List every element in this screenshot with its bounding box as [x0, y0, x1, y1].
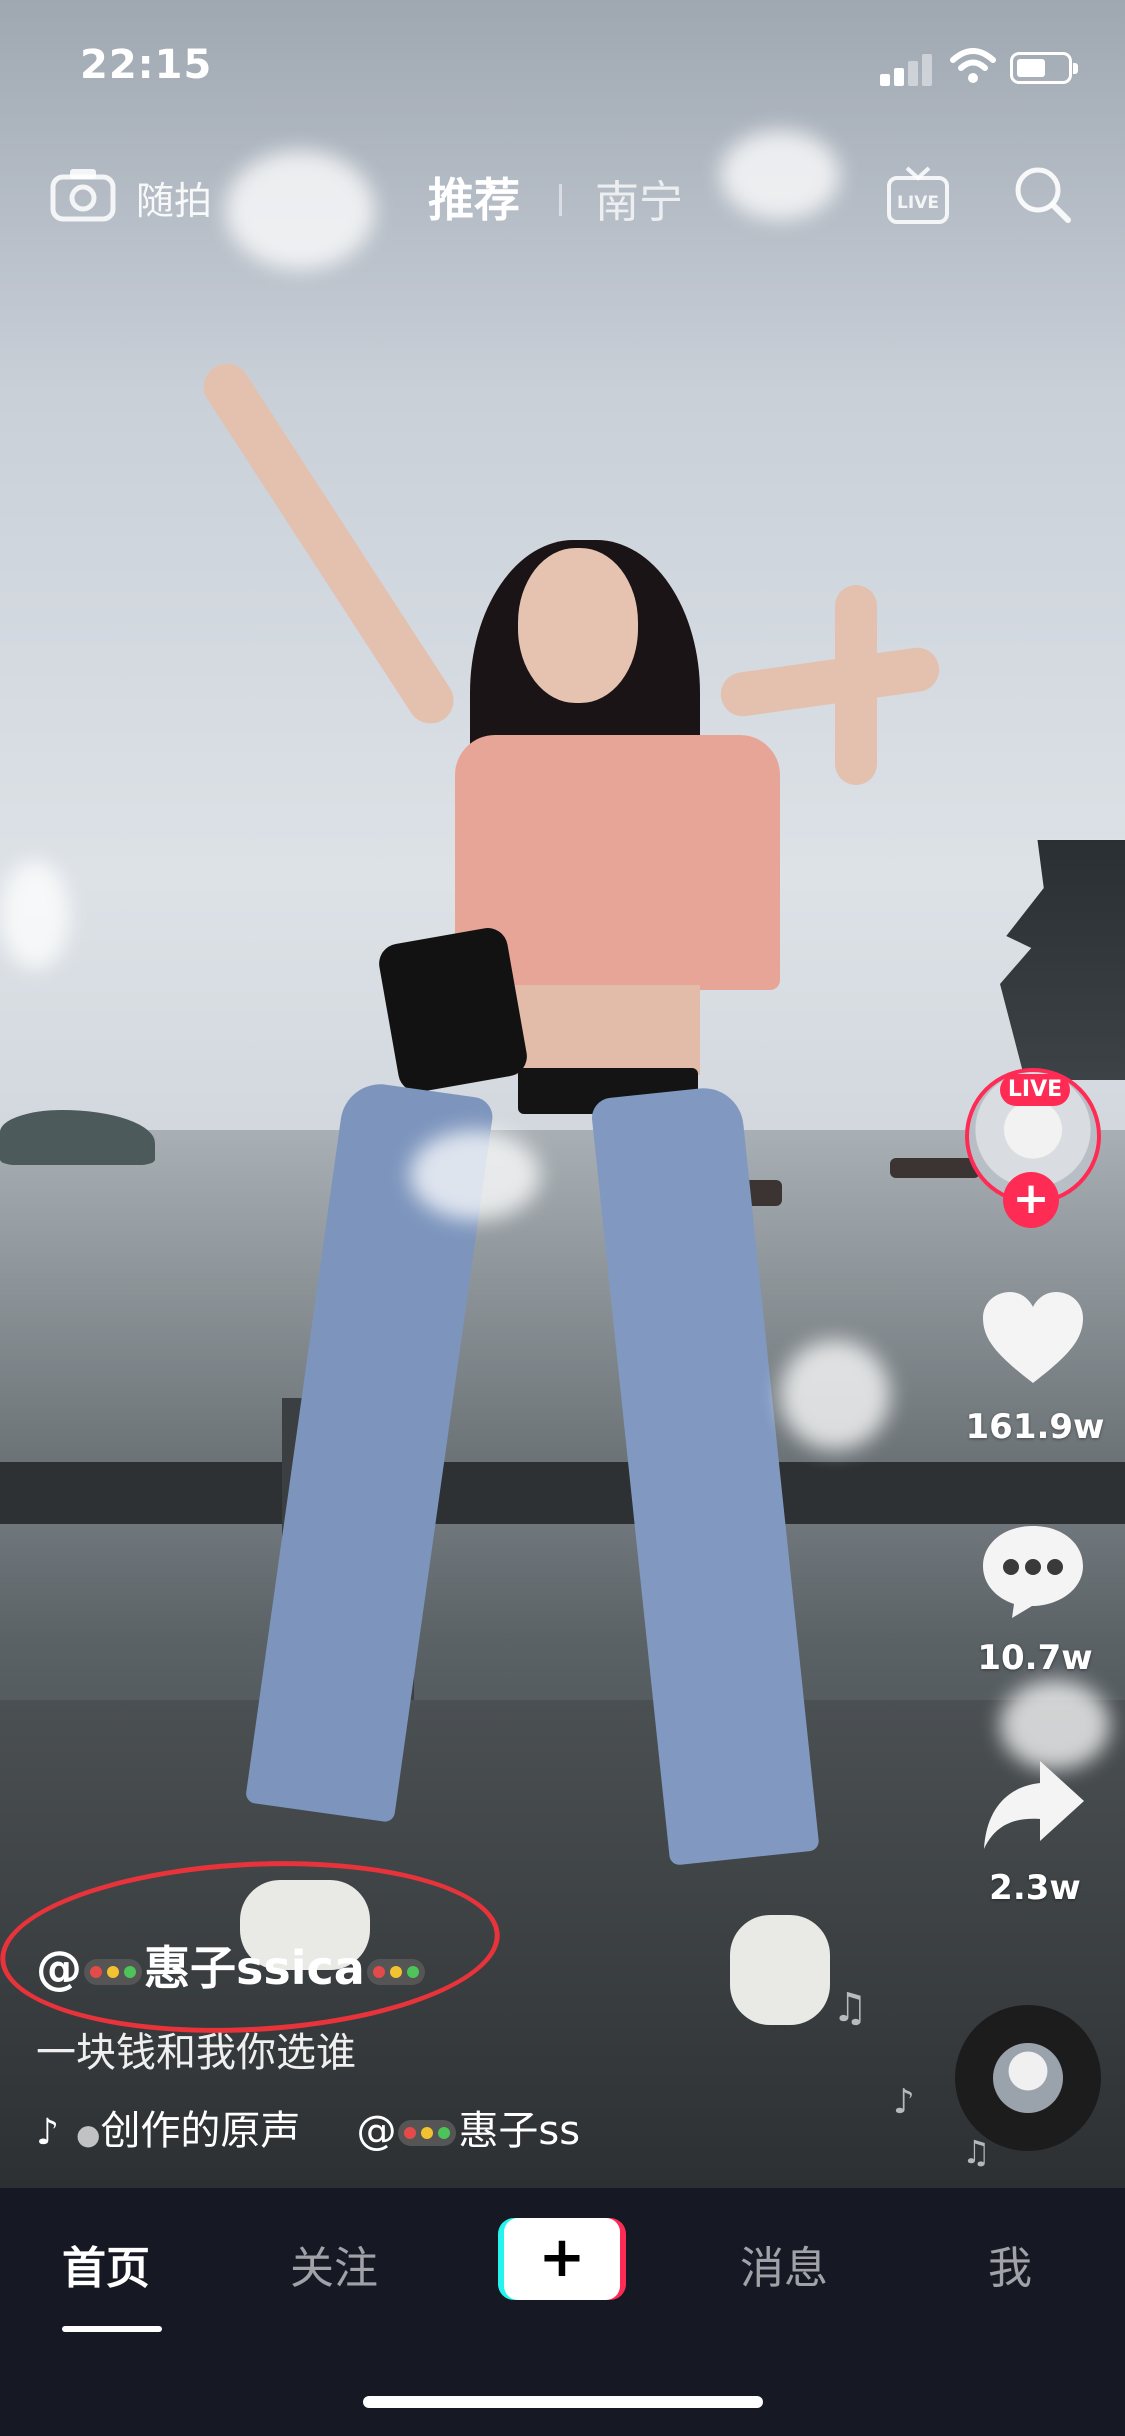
wifi-icon — [950, 48, 996, 83]
tab-home[interactable]: 首页 — [62, 2232, 150, 2296]
snap-label[interactable]: 随拍 — [136, 170, 212, 225]
tiktok-feed-screen: 22:15 随拍 推荐 南宁 LIVE LIVE + 161.9w 10.7w … — [0, 0, 1125, 2436]
dancer-shoe — [730, 1915, 830, 2025]
traffic-light-emoji-icon: ● — [76, 2118, 101, 2151]
video-description: 一块钱和我你选谁 — [36, 2030, 356, 2076]
dancer-arm — [835, 585, 877, 785]
status-time: 22:15 — [80, 42, 213, 88]
heart-effect — [0, 860, 70, 970]
follow-button[interactable]: + — [1003, 1172, 1059, 1228]
create-button[interactable]: + — [498, 2218, 626, 2300]
music-note-icon: ♫ — [832, 1985, 868, 2031]
svg-text:LIVE: LIVE — [897, 193, 939, 213]
like-count: 161.9w — [965, 1407, 1105, 1447]
home-indicator[interactable] — [363, 2396, 763, 2408]
author-name[interactable]: @ 惠子ssica — [36, 1932, 427, 1998]
share-count: 2.3w — [989, 1868, 1081, 1908]
heart-effect — [780, 1340, 890, 1450]
tab-home-indicator — [62, 2326, 162, 2332]
tab-messages[interactable]: 消息 — [740, 2232, 828, 2296]
music-disc-cover — [993, 2043, 1063, 2113]
tab-divider — [559, 184, 562, 216]
music-note-icon: ♫ — [962, 2133, 991, 2171]
search-icon[interactable] — [1010, 162, 1076, 228]
dancer-arm — [195, 354, 463, 733]
boat-scene — [890, 1158, 980, 1178]
plus-icon: + — [504, 2218, 620, 2300]
like-heart-icon[interactable] — [978, 1288, 1088, 1388]
live-tv-icon[interactable]: LIVE — [885, 162, 951, 228]
camera-icon[interactable] — [50, 166, 116, 222]
status-bar: 22:15 — [0, 0, 1125, 132]
tab-me[interactable]: 我 — [988, 2232, 1032, 2296]
video-player[interactable] — [0, 0, 1125, 2188]
cellular-signal-icon — [880, 52, 936, 86]
music-marquee[interactable]: ♪ ●创作的原声 @ 惠子ss — [36, 2098, 636, 2154]
author-at: @ — [36, 1941, 82, 1995]
comment-bubble-icon[interactable] — [978, 1520, 1088, 1620]
music-note-icon: ♪ — [893, 2082, 915, 2122]
traffic-light-emoji-icon — [366, 1958, 425, 1985]
dancer-bag — [375, 924, 531, 1096]
dancer-face — [518, 548, 638, 703]
top-nav: 随拍 推荐 南宁 LIVE — [0, 150, 1125, 240]
traffic-light-emoji-icon — [84, 1958, 142, 1985]
tab-recommend[interactable]: 推荐 — [428, 164, 520, 230]
comment-count: 10.7w — [977, 1638, 1093, 1678]
music-source-text: 创作的原声 — [100, 2108, 301, 2154]
battery-icon — [1010, 52, 1078, 84]
island-scene — [0, 1110, 155, 1165]
music-author-at: @ — [356, 2108, 397, 2154]
tiktok-note-icon: ♪ — [36, 2112, 59, 2153]
author-name-text: 惠子ssica — [144, 1941, 365, 1995]
pavilion-scene — [1000, 840, 1125, 1080]
tab-city[interactable]: 南宁 — [595, 166, 683, 230]
music-disc[interactable] — [955, 2005, 1101, 2151]
music-author-text: 惠子ss — [458, 2108, 581, 2154]
live-badge: LIVE — [1000, 1074, 1070, 1106]
dancer-arm — [718, 644, 942, 720]
traffic-light-emoji-icon — [398, 2120, 457, 2146]
railing-scene — [0, 1462, 1125, 1524]
tab-follow[interactable]: 关注 — [290, 2232, 378, 2296]
heart-effect — [410, 1130, 540, 1220]
share-arrow-icon[interactable] — [978, 1755, 1088, 1855]
